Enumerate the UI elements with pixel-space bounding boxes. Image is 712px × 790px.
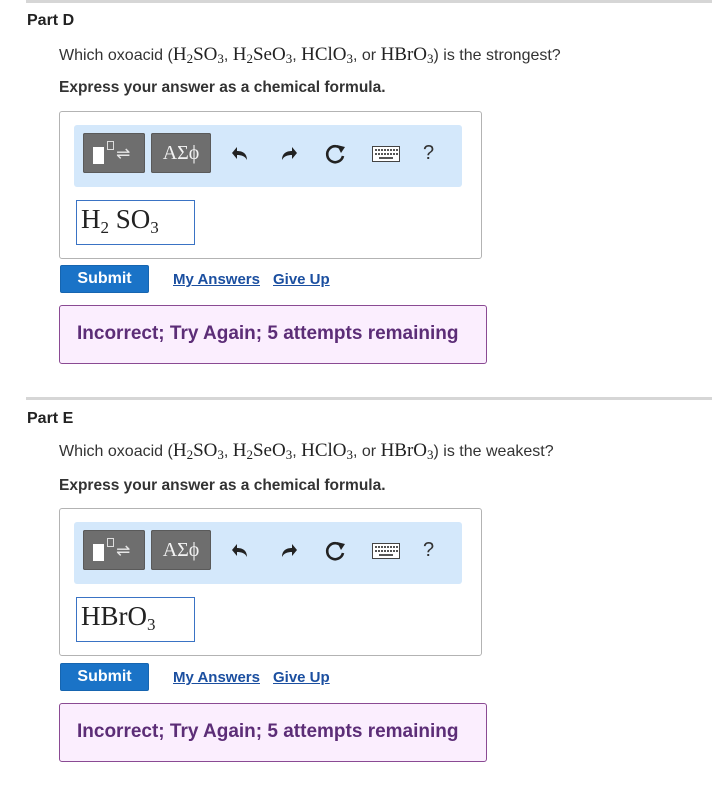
redo-icon <box>282 147 297 160</box>
formula-h2seo3: H2SeO3 <box>232 44 293 66</box>
part-divider <box>26 0 712 3</box>
question-text: Which oxoacid (H2SO3, H2SeO3, HClO3, or … <box>59 440 554 462</box>
answer-editor: ⇌ ΑΣϕ <box>59 508 482 656</box>
submit-button[interactable]: Submit <box>60 265 149 293</box>
answer-input[interactable]: H2 SO3 <box>76 200 195 245</box>
give-up-link[interactable]: Give Up <box>273 669 330 686</box>
undo-icon <box>232 147 247 160</box>
templates-button[interactable]: ⇌ <box>83 530 145 570</box>
redo-button[interactable] <box>275 538 301 564</box>
formula-hbro3: HBrO3 <box>380 440 434 462</box>
reset-button[interactable] <box>323 141 349 167</box>
separator: , <box>292 443 302 460</box>
give-up-link[interactable]: Give Up <box>273 271 330 288</box>
separator: , or <box>353 443 381 460</box>
separator: , or <box>353 47 381 64</box>
reset-icon <box>325 144 345 164</box>
keyboard-button[interactable] <box>371 141 401 167</box>
answer-subscript: 3 <box>150 218 159 237</box>
answer-subscript: 3 <box>147 615 156 634</box>
reset-button[interactable] <box>323 538 349 564</box>
submit-button[interactable]: Submit <box>60 663 149 691</box>
reset-icon <box>325 541 345 561</box>
answer-editor: ⇌ ΑΣϕ <box>59 111 482 259</box>
redo-button[interactable] <box>275 141 301 167</box>
undo-icon <box>232 544 247 557</box>
answer-text: H <box>81 204 101 234</box>
part-divider <box>26 397 712 400</box>
templates-button[interactable]: ⇌ <box>83 133 145 173</box>
symbols-button[interactable]: ΑΣϕ <box>151 530 211 570</box>
separator: , <box>223 47 233 64</box>
formula-hclo3: HClO3 <box>301 44 354 66</box>
keyboard-button[interactable] <box>371 538 401 564</box>
editor-toolbar: ⇌ ΑΣϕ ? <box>74 522 462 584</box>
formula-hclo3: HClO3 <box>301 440 354 462</box>
formula-hbro3: HBrO3 <box>380 44 434 66</box>
answer-subscript: 2 <box>100 218 110 237</box>
part-title: Part E <box>27 410 74 427</box>
editor-toolbar: ⇌ ΑΣϕ ? <box>74 125 462 187</box>
answer-text: HBrO <box>81 601 147 631</box>
instruction-text: Express your answer as a chemical formul… <box>59 477 386 494</box>
feedback-message: Incorrect; Try Again; 5 attempts remaini… <box>59 305 487 364</box>
formula-h2so3: H2SO3 <box>172 440 224 462</box>
keyboard-icon <box>372 146 400 162</box>
my-answers-link[interactable]: My Answers <box>173 669 260 686</box>
instruction-text: Express your answer as a chemical formul… <box>59 79 386 96</box>
answer-input[interactable]: HBrO3 <box>76 597 195 642</box>
separator: , <box>223 443 233 460</box>
part-title: Part D <box>27 12 75 29</box>
question-suffix: ) is the strongest? <box>433 47 561 64</box>
question-prefix: Which oxoacid ( <box>59 443 173 460</box>
symbols-label: ΑΣϕ <box>162 539 200 561</box>
redo-icon <box>282 544 297 557</box>
symbols-label: ΑΣϕ <box>162 142 200 164</box>
question-text: Which oxoacid (H2SO3, H2SeO3, HClO3, or … <box>59 44 561 66</box>
symbols-button[interactable]: ΑΣϕ <box>151 133 211 173</box>
help-icon[interactable]: ? <box>423 142 434 165</box>
question-suffix: ) is the weakest? <box>433 443 554 460</box>
keyboard-icon <box>372 543 400 559</box>
separator: , <box>292 47 302 64</box>
question-prefix: Which oxoacid ( <box>59 47 173 64</box>
help-icon[interactable]: ? <box>423 539 434 562</box>
formula-h2so3: H2SO3 <box>172 44 224 66</box>
answer-text: SO <box>109 204 151 234</box>
undo-button[interactable] <box>228 141 254 167</box>
feedback-message: Incorrect; Try Again; 5 attempts remaini… <box>59 703 487 762</box>
undo-button[interactable] <box>228 538 254 564</box>
formula-h2seo3: H2SeO3 <box>232 440 293 462</box>
my-answers-link[interactable]: My Answers <box>173 271 260 288</box>
